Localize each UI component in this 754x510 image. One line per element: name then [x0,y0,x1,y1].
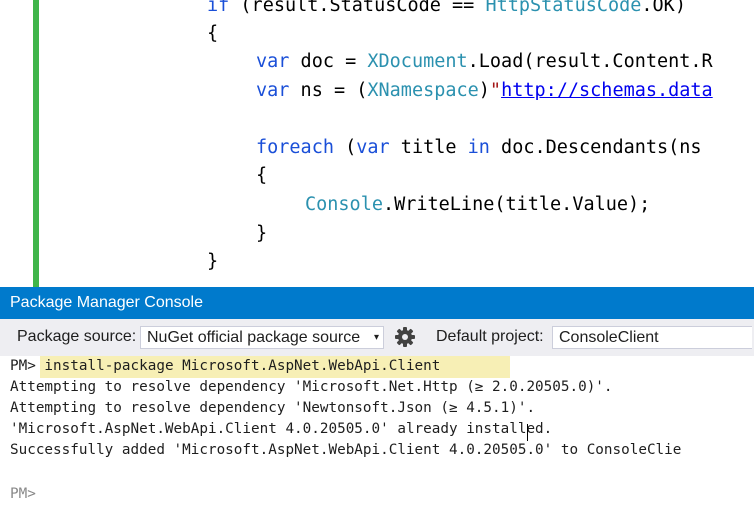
code-token: ( [333,137,357,158]
output-line: Attempting to resolve dependency 'Newton… [10,400,536,416]
default-project-dropdown[interactable]: ConsoleClient [552,326,752,349]
code-token: var [356,137,390,158]
code-token: var [256,80,290,101]
code-token: http://schemas.data [501,80,713,101]
output-line: Successfully added 'Microsoft.AspNet.Web… [10,442,682,458]
console-title: Package Manager Console [10,294,204,311]
code-line: if (result.StatusCode == HttpStatusCode.… [207,0,686,18]
default-project-label: Default project: [436,328,544,345]
code-token: Console [305,194,383,215]
code-editor[interactable]: if (result.StatusCode == HttpStatusCode.… [0,0,754,287]
code-token: doc = [289,51,368,72]
text-caret [527,424,528,441]
code-line: } [256,222,267,246]
code-token: in [467,137,490,158]
code-token: } [256,223,268,244]
code-token: HttpStatusCode [485,0,642,16]
code-token: ) [478,80,490,101]
code-line: { [207,22,218,46]
prompt: PM> [10,358,36,374]
code-line: Console.WriteLine(title.Value); [305,193,650,217]
code-token: " [489,80,502,101]
code-line: } [207,250,218,274]
command-text: install-package Microsoft.AspNet.WebApi.… [35,358,441,374]
package-source-value: NuGet official package source [147,329,361,346]
console-toolbar: Package source: NuGet official package s… [0,319,754,357]
console-title-bar: Package Manager Console [0,287,754,319]
code-token: { [207,23,219,44]
code-line: foreach (var title in doc.Descendants(ns [256,136,702,160]
output-line: Attempting to resolve dependency 'Micros… [10,379,613,395]
code-token: doc.Descendants(ns [489,137,702,158]
package-source-dropdown[interactable]: NuGet official package source ▾ [140,326,384,349]
default-project-value: ConsoleClient [559,329,659,346]
code-token: if [207,0,230,16]
code-token: title [389,137,468,158]
command-line: PM> install-package Microsoft.AspNet.Web… [10,356,440,377]
code-line: { [256,164,267,188]
code-token: (result.StatusCode == [229,0,486,16]
code-token: foreach [256,137,334,158]
code-token: { [256,165,268,186]
code-token: .WriteLine(title.Value); [382,194,651,215]
code-token: .OK) [641,0,686,16]
gear-icon[interactable] [393,325,417,349]
code-token: ns = ( [289,80,368,101]
change-tracking-bar [33,0,39,287]
output-line: 'Microsoft.AspNet.WebApi.Client 4.0.2050… [10,421,553,437]
console-output[interactable]: PM> install-package Microsoft.AspNet.Web… [0,356,754,510]
chevron-down-icon: ▾ [373,332,379,343]
code-token: .Load(result.Content.R [467,51,713,72]
final-prompt: PM> [10,486,36,502]
code-token: var [256,51,290,72]
code-token: XDocument [367,51,468,72]
code-token: XNamespace [367,80,479,101]
package-source-label: Package source: [17,328,137,345]
code-line: var ns = (XNamespace)"http://schemas.dat… [256,79,713,103]
code-line: var doc = XDocument.Load(result.Content.… [256,50,713,74]
code-token: } [207,251,219,272]
